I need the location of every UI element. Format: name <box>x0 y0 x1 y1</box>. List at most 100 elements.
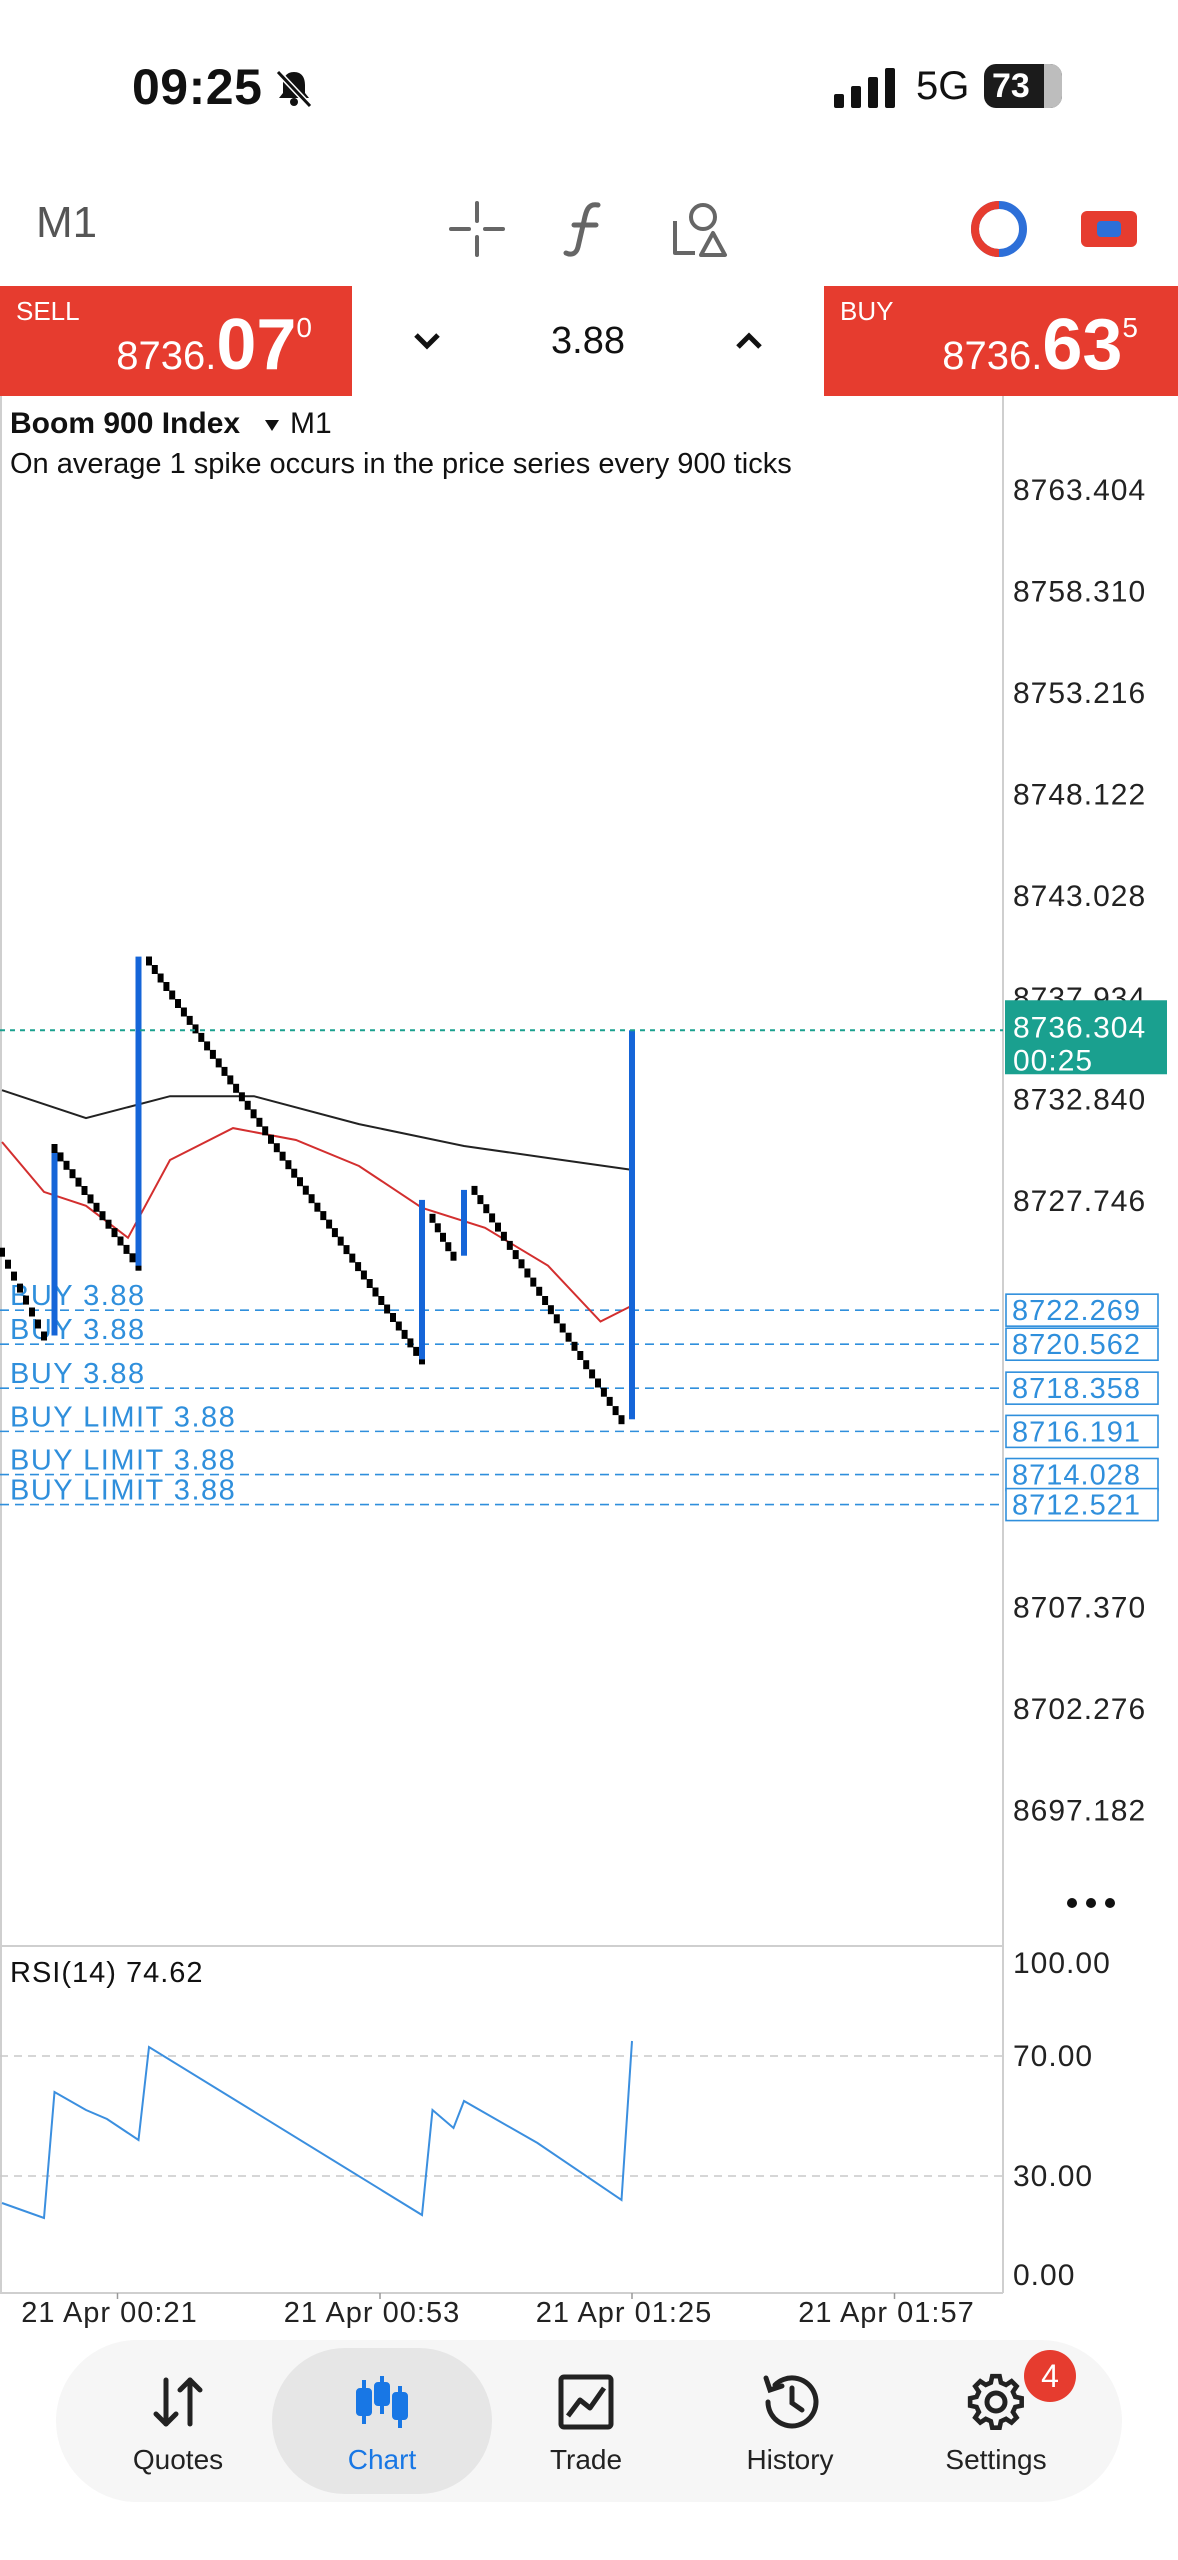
more-dots-icon[interactable] <box>1067 1898 1115 1908</box>
price-bar <box>331 1228 338 1238</box>
chart-toolbar: M1 <box>0 170 1178 286</box>
indicator-f-icon[interactable] <box>552 194 622 264</box>
price-bar <box>407 1338 414 1348</box>
buy-label: BUY <box>840 296 894 326</box>
symbol-name[interactable]: Boom 900 Index <box>10 407 240 440</box>
price-bar <box>440 1232 446 1242</box>
rsi-level-label: 100.00 <box>1013 1947 1111 1980</box>
price-bar <box>221 1066 228 1076</box>
settings-gear-icon <box>964 2370 1028 2434</box>
price-bar <box>559 1323 566 1333</box>
price-bar <box>227 1075 234 1085</box>
bell-muted-icon <box>275 69 313 109</box>
price-bar <box>314 1202 321 1212</box>
price-bar <box>524 1268 531 1278</box>
price-tick-label: 8707.370 <box>1013 1591 1146 1624</box>
price-bar <box>337 1236 344 1246</box>
price-bar <box>506 1240 513 1250</box>
price-bar <box>429 1213 436 1223</box>
price-bar <box>29 1307 35 1317</box>
volume-increase-button[interactable] <box>724 316 774 366</box>
price-bar <box>366 1279 373 1288</box>
buy-price-sup: 5 <box>1122 312 1138 343</box>
timeframe-selector[interactable]: M1 <box>36 198 97 248</box>
objects-icon[interactable] <box>664 194 734 264</box>
sell-price-big: 07 <box>216 305 297 385</box>
nav-trade[interactable]: Trade <box>476 2348 696 2494</box>
spike-bar <box>135 956 142 1266</box>
price-bar <box>192 1024 199 1034</box>
price-bar <box>512 1250 519 1260</box>
price-bar <box>285 1160 292 1170</box>
price-bar <box>343 1245 350 1255</box>
buy-price: 8736.635 <box>942 304 1138 386</box>
price-tick-label: 8743.028 <box>1013 880 1146 913</box>
price-bar <box>268 1134 274 1144</box>
price-bar <box>117 1236 124 1246</box>
price-bar <box>450 1251 457 1261</box>
price-bar <box>123 1244 130 1254</box>
price-chart[interactable]: Boom 900 Index M1 On average 1 spike occ… <box>0 396 1178 2332</box>
rsi-label: RSI(14) 74.62 <box>10 1957 204 1989</box>
chart-candles-icon <box>350 2370 414 2434</box>
volume-control: 3.88 <box>352 286 824 396</box>
price-bar <box>413 1346 420 1356</box>
price-bar <box>129 1253 136 1263</box>
order-label: BUY LIMIT 3.88 <box>10 1445 236 1477</box>
color-scheme-icon[interactable] <box>964 194 1034 264</box>
nav-settings[interactable]: Settings 4 <box>886 2348 1106 2494</box>
order-price-label: 8718.358 <box>1012 1373 1141 1405</box>
price-bar <box>530 1277 537 1287</box>
price-tick-label: 8753.216 <box>1013 677 1146 710</box>
nav-chart[interactable]: Chart <box>272 2348 492 2494</box>
price-bar <box>233 1083 240 1093</box>
price-bar <box>146 956 152 966</box>
price-bar <box>434 1223 441 1233</box>
price-bar <box>215 1058 222 1068</box>
symbol-description: On average 1 spike occurs in the price s… <box>10 448 792 480</box>
price-tick-label: 8702.276 <box>1013 1693 1146 1726</box>
nav-quotes-label: Quotes <box>132 2444 224 2475</box>
nav-history[interactable]: History <box>680 2348 900 2494</box>
rsi-level-label: 0.00 <box>1013 2259 1075 2292</box>
nav-quotes[interactable]: Quotes <box>68 2348 288 2494</box>
spike-bar <box>629 1030 635 1420</box>
price-bar <box>378 1296 385 1305</box>
order-label: BUY LIMIT 3.88 <box>10 1401 236 1433</box>
price-bar <box>250 1109 257 1119</box>
battery-level: 73 <box>992 66 1030 105</box>
price-bar <box>279 1151 286 1161</box>
price-bar <box>618 1415 625 1425</box>
order-price-label: 8716.191 <box>1012 1416 1141 1448</box>
buy-button[interactable]: BUY 8736.635 <box>824 286 1178 396</box>
price-bar <box>238 1092 245 1102</box>
price-bar <box>81 1186 88 1195</box>
price-bar <box>595 1378 601 1388</box>
crosshair-icon[interactable] <box>442 194 512 264</box>
order-price-label: 8712.521 <box>1012 1490 1141 1522</box>
price-bar <box>175 999 181 1008</box>
chart-timeframe: M1 <box>290 407 332 440</box>
price-bar <box>320 1211 327 1221</box>
price-bar <box>93 1202 100 1212</box>
price-bar <box>553 1314 560 1324</box>
price-bar <box>157 973 164 983</box>
price-tick-label: 8732.840 <box>1013 1083 1146 1116</box>
price-bar <box>41 1331 47 1341</box>
sell-button[interactable]: SELL 8736.070 <box>0 286 352 396</box>
price-bar <box>105 1219 112 1229</box>
price-bar <box>606 1396 613 1406</box>
one-click-trading-icon[interactable] <box>1074 194 1144 264</box>
price-bar <box>244 1100 251 1110</box>
rsi-level-label: 70.00 <box>1013 2040 1093 2073</box>
price-bar <box>577 1351 584 1360</box>
price-bar <box>256 1117 263 1127</box>
price-bar <box>63 1160 70 1170</box>
price-bar <box>395 1321 402 1331</box>
price-bar <box>547 1305 554 1315</box>
price-bar <box>384 1304 391 1314</box>
price-bar <box>600 1387 607 1397</box>
price-bar <box>163 982 170 991</box>
price-bar <box>180 1007 187 1017</box>
price-bar <box>565 1332 572 1342</box>
